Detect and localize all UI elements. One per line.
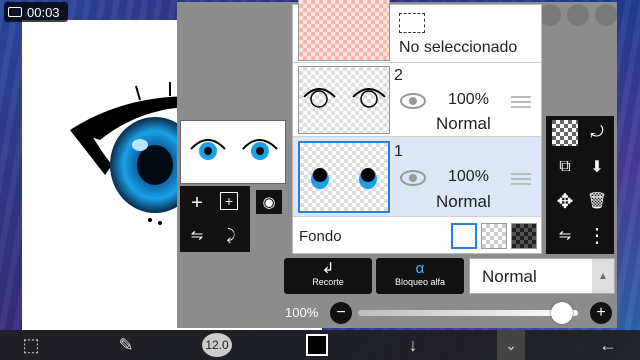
- background-label: Fondo: [299, 228, 342, 245]
- add-layer-copy-icon[interactable]: +: [220, 192, 238, 210]
- drag-handle-icon[interactable]: [511, 173, 531, 185]
- alpha-lock-button[interactable]: α Bloqueo alfa: [376, 258, 464, 294]
- layer-opacity: 100%: [448, 168, 489, 185]
- bottom-toolbar: ⬚ ✎ 12.0 ↓ ⌄ ←: [0, 330, 640, 360]
- layer-mini-toolbar: + + ⇋ ⤸: [180, 186, 250, 252]
- move-icon[interactable]: ✥: [552, 188, 578, 214]
- alpha-lock-label: Bloqueo alfa: [394, 277, 446, 287]
- background-transparent-swatch[interactable]: [481, 223, 507, 249]
- merge-down-icon[interactable]: ⬇: [584, 154, 610, 180]
- circle-button[interactable]: [595, 4, 617, 26]
- chevron-up-icon: ▲: [592, 259, 614, 293]
- clip-arrow-icon: ↲: [321, 260, 335, 277]
- more-icon[interactable]: ⋮: [584, 222, 610, 248]
- flip-rotate-icon[interactable]: ⇋: [552, 222, 578, 248]
- plus-icon[interactable]: +: [186, 192, 208, 214]
- drag-handle-icon[interactable]: [511, 96, 531, 108]
- layer-side-toolbar: ⤾ ⧉ ⬇ ✥ 🗑 ⇋ ⋮: [546, 116, 614, 254]
- layer-number: 2: [394, 67, 403, 84]
- plus-icon[interactable]: +: [590, 302, 612, 324]
- rotate-layer-icon[interactable]: ⤾: [584, 120, 610, 146]
- current-color-swatch[interactable]: [306, 334, 328, 356]
- opacity-label: 100%: [285, 305, 319, 320]
- selection-tool-icon[interactable]: ⬚: [20, 334, 42, 356]
- thumb-eyes-iris: [311, 168, 377, 189]
- layer-blend-mode: Normal: [436, 114, 491, 133]
- layer-thumbnail: [298, 141, 390, 213]
- brush-icon[interactable]: ✎: [115, 334, 137, 356]
- visibility-eye-icon[interactable]: [400, 170, 426, 186]
- background-white-swatch[interactable]: [451, 223, 477, 249]
- layer-blend-mode: Normal: [436, 192, 491, 211]
- opacity-control: 100% − +: [280, 300, 616, 326]
- preview-eyes: [190, 139, 278, 160]
- recording-indicator: 00:03: [4, 2, 68, 22]
- rotate-icon[interactable]: ⤸: [220, 224, 242, 246]
- layer-preview: [180, 120, 286, 184]
- camera-icon[interactable]: ◉: [256, 190, 282, 214]
- minus-icon[interactable]: −: [330, 302, 352, 324]
- brush-size[interactable]: 12.0: [202, 333, 232, 357]
- select-icon[interactable]: ⧉: [552, 154, 578, 180]
- slider-handle[interactable]: [551, 302, 573, 324]
- visibility-eye-icon[interactable]: [400, 93, 426, 109]
- arrow-down-icon[interactable]: ↓: [402, 334, 424, 356]
- clip-button[interactable]: ↲ Recorte: [284, 258, 372, 294]
- layer-opacity: 100%: [448, 91, 489, 108]
- circle-button[interactable]: [539, 4, 561, 26]
- layer-row-1[interactable]: 1 100% Normal: [293, 137, 541, 217]
- alpha-lock-icon: α: [415, 260, 425, 277]
- opacity-slider[interactable]: [358, 310, 578, 316]
- no-selection-label: No seleccionado: [399, 39, 518, 56]
- background-row: Fondo: [293, 219, 541, 255]
- layer-thumbnail: [298, 66, 390, 134]
- thumb-eyes-outline: [303, 88, 386, 108]
- blend-mode-dropdown[interactable]: Normal ▲: [469, 258, 615, 294]
- panel-top-buttons: [539, 4, 617, 26]
- clip-label: Recorte: [312, 277, 344, 287]
- background-dark-swatch[interactable]: [511, 223, 537, 249]
- layer-row-none[interactable]: No seleccionado: [293, 0, 541, 63]
- trash-icon[interactable]: 🗑: [584, 188, 610, 214]
- circle-button[interactable]: [567, 4, 589, 26]
- layers-chevron-icon[interactable]: ⌄: [500, 334, 522, 356]
- layer-thumbnail: [298, 0, 390, 61]
- blend-mode-value: Normal: [482, 267, 537, 286]
- flip-horizontal-icon[interactable]: ⇋: [186, 224, 208, 246]
- layers-list: No seleccionado 2 100% Normal 1 100% Nor…: [292, 0, 542, 255]
- selection-marquee-icon: [399, 13, 425, 33]
- app-screen: 00:03 + + ⇋ ⤸ ◉ No seleccionado 2 100% N…: [0, 0, 640, 360]
- back-arrow-icon[interactable]: ←: [596, 334, 620, 356]
- video-camera-icon: [8, 7, 22, 17]
- checker-icon[interactable]: [552, 120, 578, 146]
- recording-time: 00:03: [27, 4, 60, 20]
- layer-number: 1: [394, 143, 403, 160]
- layer-row-2[interactable]: 2 100% Normal: [293, 63, 541, 137]
